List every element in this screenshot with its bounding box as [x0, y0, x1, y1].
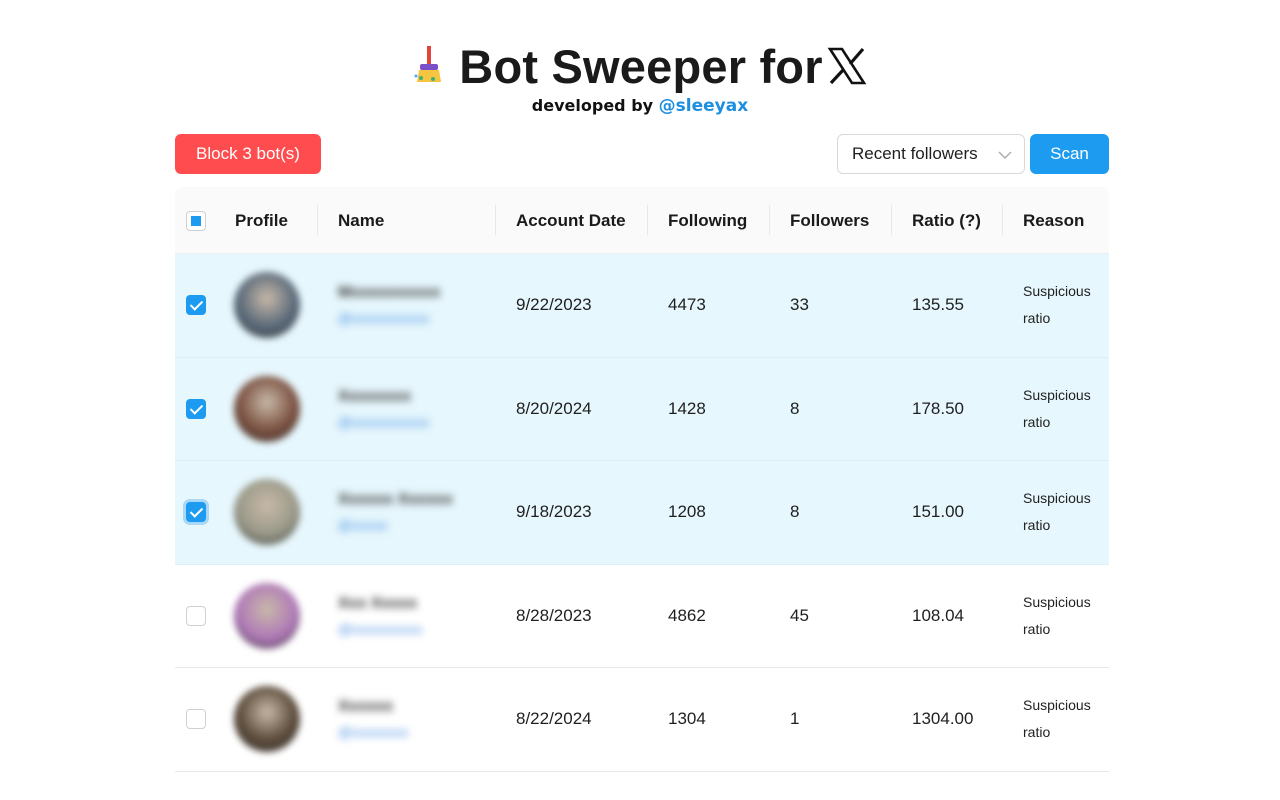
ratio-value: 151.00 — [912, 502, 964, 522]
avatar[interactable] — [234, 686, 300, 753]
table-row[interactable]: Xxxxxxxx @xxxxxxxxxxx 8/20/2024 1428 8 178.50… — [175, 357, 1109, 461]
subtitle-prefix: developed by — [531, 96, 654, 115]
col-followers: Followers — [790, 210, 870, 230]
row-checkbox[interactable] — [186, 605, 206, 626]
row-select-cell — [186, 565, 206, 668]
follower-source-select[interactable]: Recent followers — [837, 134, 1025, 174]
handle-link[interactable]: @xxxxxxxxxxx — [338, 414, 429, 430]
table-row[interactable]: Xxxxxx Xxxxxx @xxxxx 9/18/2023 1208 8 151.00 S… — [175, 461, 1109, 565]
reason-text: Suspicious ratio — [1023, 593, 1091, 637]
name-cell: Xxxxxx @xxxxxxxx — [338, 668, 408, 771]
broom-icon — [414, 46, 442, 82]
following-count: 1428 — [668, 398, 706, 418]
author-link[interactable]: @sleeyax — [659, 96, 749, 116]
row-select-cell — [186, 254, 206, 357]
profile-cell — [234, 254, 300, 357]
reason-cell: Suspicious ratio — [1023, 358, 1113, 461]
row-select-cell — [186, 358, 206, 461]
display-name[interactable]: Mxxxxxxxxxx — [338, 284, 440, 302]
followers-count: 45 — [790, 605, 809, 625]
display-name[interactable]: Xxx Xxxxx — [338, 595, 422, 613]
subtitle: developed by @sleeyax — [0, 96, 1280, 116]
ratio-value: 1304.00 — [912, 709, 974, 729]
name-cell: Xxx Xxxxx @xxxxxxxxxx — [338, 565, 422, 668]
profile-cell — [234, 358, 300, 461]
select-all-checkbox[interactable] — [186, 210, 206, 231]
handle-link[interactable]: @xxxxxxxx — [338, 724, 408, 740]
reason-cell: Suspicious ratio — [1023, 461, 1113, 564]
following-count: 4473 — [668, 295, 706, 315]
toolbar: Block 3 bot(s) Recent followers Scan — [175, 134, 1109, 174]
profile-cell — [234, 461, 300, 564]
table-header: Profile Name Account Date Following Foll… — [175, 187, 1109, 254]
following-count: 4862 — [668, 605, 706, 625]
table-row[interactable]: Mxxxxxxxxxx @xxxxxxxxxxx 9/22/2023 4473 33 13… — [175, 254, 1109, 358]
row-checkbox[interactable] — [186, 295, 206, 316]
ratio-value: 178.50 — [912, 398, 964, 418]
row-checkbox[interactable] — [186, 709, 206, 730]
avatar[interactable] — [234, 375, 300, 442]
row-select-cell — [186, 461, 206, 564]
col-following: Following — [668, 210, 748, 230]
block-bots-button[interactable]: Block 3 bot(s) — [175, 134, 321, 174]
handle-link[interactable]: @xxxxxxxxxx — [338, 621, 422, 637]
ratio-value: 108.04 — [912, 605, 964, 625]
following-count: 1304 — [668, 709, 706, 729]
table-row[interactable]: Xxx Xxxxx @xxxxxxxxxx 8/28/2023 4862 45 108.0… — [175, 564, 1109, 668]
account-date: 8/22/2024 — [516, 709, 592, 729]
account-date: 9/18/2023 — [516, 502, 592, 522]
x-logo-icon — [827, 47, 867, 85]
account-date: 8/20/2024 — [516, 398, 592, 418]
reason-cell: Suspicious ratio — [1023, 668, 1113, 771]
reason-cell: Suspicious ratio — [1023, 254, 1113, 357]
reason-text: Suspicious ratio — [1023, 490, 1091, 534]
scan-button[interactable]: Scan — [1030, 134, 1109, 174]
ratio-value: 135.55 — [912, 295, 964, 315]
display-name[interactable]: Xxxxxx — [338, 698, 408, 716]
avatar[interactable] — [234, 272, 300, 339]
chevron-down-icon — [998, 151, 1012, 159]
col-name: Name — [338, 210, 385, 230]
followers-count: 8 — [790, 502, 800, 522]
reason-text: Suspicious ratio — [1023, 697, 1091, 741]
col-ratio[interactable]: Ratio (?) — [912, 187, 981, 254]
select-all-cell — [186, 187, 206, 254]
table-body: Mxxxxxxxxxx @xxxxxxxxxxx 9/22/2023 4473 33 13… — [175, 254, 1109, 772]
app-header: Bot Sweeper for developed by @sleeyax — [0, 38, 1280, 116]
profile-cell — [234, 668, 300, 771]
select-value: Recent followers — [852, 144, 978, 163]
handle-link[interactable]: @xxxxx — [338, 517, 453, 533]
row-checkbox[interactable] — [186, 398, 206, 419]
col-reason: Reason — [1023, 210, 1085, 230]
account-date: 9/22/2023 — [516, 295, 592, 315]
col-account-date: Account Date — [516, 210, 626, 230]
reason-text: Suspicious ratio — [1023, 386, 1091, 430]
followers-count: 8 — [790, 398, 800, 418]
following-count: 1208 — [668, 502, 706, 522]
name-cell: Xxxxxxxx @xxxxxxxxxxx — [338, 358, 429, 461]
followers-count: 1 — [790, 709, 800, 729]
followers-count: 33 — [790, 295, 809, 315]
account-date: 8/28/2023 — [516, 605, 592, 625]
row-select-cell — [186, 668, 206, 771]
col-profile: Profile — [235, 210, 288, 230]
avatar[interactable] — [234, 479, 300, 546]
bot-table: Profile Name Account Date Following Foll… — [175, 187, 1109, 772]
row-checkbox[interactable] — [186, 502, 206, 523]
handle-link[interactable]: @xxxxxxxxxxx — [338, 310, 440, 326]
reason-text: Suspicious ratio — [1023, 283, 1091, 327]
title-row: Bot Sweeper for — [0, 38, 1280, 94]
display-name[interactable]: Xxxxxx Xxxxxx — [338, 491, 453, 509]
display-name[interactable]: Xxxxxxxx — [338, 388, 429, 406]
profile-cell — [234, 565, 300, 668]
name-cell: Mxxxxxxxxxx @xxxxxxxxxxx — [338, 254, 440, 357]
avatar[interactable] — [234, 582, 300, 649]
name-cell: Xxxxxx Xxxxxx @xxxxx — [338, 461, 453, 564]
table-row[interactable]: Xxxxxx @xxxxxxxx 8/22/2024 1304 1 1304.00 Susp… — [175, 668, 1109, 772]
reason-cell: Suspicious ratio — [1023, 565, 1113, 668]
app-title: Bot Sweeper for — [459, 39, 823, 93]
